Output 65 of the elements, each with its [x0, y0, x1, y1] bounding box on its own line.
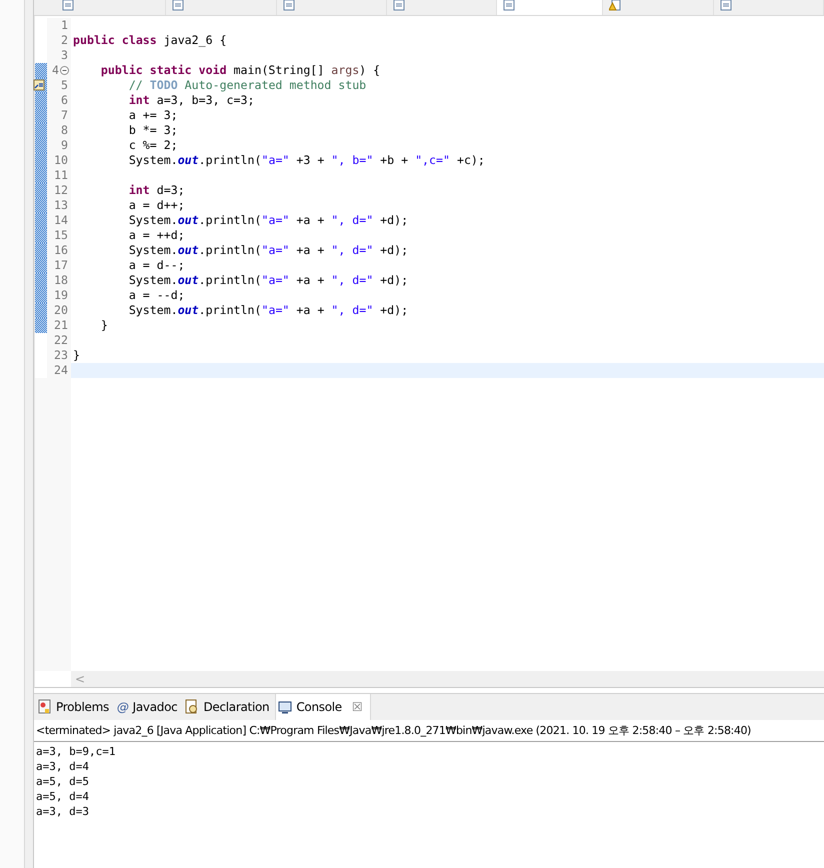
code-line: int a=3, b=3, c=3;: [128, 93, 254, 107]
code-line: c %= 2;: [128, 138, 178, 152]
code-line: a = --d;: [128, 288, 185, 302]
code-line: a = d--;: [128, 258, 185, 272]
code-line: System.out.println("a=" +3 + ", b=" +b + ",c=" +c);: [128, 153, 485, 167]
console-output-line: a=5, d=5: [36, 774, 89, 789]
line-number: 3: [61, 48, 68, 62]
line-number: 5: [61, 78, 68, 92]
line-number: 10: [54, 153, 68, 167]
line-number: 24: [54, 363, 68, 377]
code-line: int d=3;: [128, 183, 185, 197]
editor-tab[interactable]: [497, 0, 604, 15]
code-line: }: [73, 348, 80, 362]
line-number: 11: [54, 168, 68, 182]
code-line: System.out.println("a=" +a + ", d=" +d);: [128, 303, 408, 317]
java-file-icon: [720, 0, 732, 11]
java-file-icon: [172, 0, 184, 11]
line-number: 15: [54, 228, 68, 242]
view-tab[interactable]: Console ☒: [275, 694, 372, 720]
collapse-icon[interactable]: [60, 66, 69, 75]
line-number: 8: [61, 123, 68, 137]
java-file-icon: [503, 0, 516, 11]
code-line: System.out.println("a=" +a + ", d=" +d);: [128, 213, 408, 227]
line-number: 6: [61, 93, 68, 107]
line-number: 4: [52, 63, 59, 77]
line-number: 1: [61, 18, 68, 32]
line-number: 23: [54, 348, 68, 362]
line-number: 2: [61, 33, 68, 47]
line-number: 7: [61, 108, 68, 122]
line-number: 18: [54, 273, 68, 287]
code-line: }: [100, 318, 108, 332]
line-number: 21: [54, 318, 68, 332]
line-number: 14: [54, 213, 68, 227]
console-status: <terminated> java2_6 [Java Application] C:₩Program Files₩Java₩jre1.8.0_271₩bin₩javaw.exe (2021. 10. 19 오후 2:58:40 – 오후 2:58:40): [34, 720, 824, 742]
console-output-line: a=3, d=3: [36, 804, 89, 819]
view-tab[interactable]: @ Javadoc: [114, 694, 184, 720]
line-number: 16: [54, 243, 68, 257]
line-number: 9: [61, 138, 68, 152]
line-number: 17: [54, 258, 68, 272]
java-file-icon: [392, 0, 405, 11]
warning-file-icon: [609, 0, 622, 11]
line-number: 12: [54, 183, 68, 197]
code-line: a = ++d;: [128, 228, 185, 242]
code-line: public static void main(String[] args) {: [100, 63, 380, 77]
code-line: a = d++;: [128, 198, 185, 212]
line-number: 19: [54, 288, 68, 302]
java-file-icon: [282, 0, 295, 11]
line-number: 13: [54, 198, 68, 212]
console-output-line: a=3, d=4: [36, 759, 89, 774]
java-file-icon: [62, 0, 74, 11]
console-output-line: a=5, d=4: [36, 789, 89, 804]
view-tab[interactable]: Declaration: [183, 694, 276, 720]
line-number: 22: [54, 333, 68, 347]
console-icon: [278, 700, 292, 714]
code-line: b *= 3;: [128, 123, 178, 137]
console-output-line: a=3, b=9,c=1: [36, 744, 116, 759]
code-line: System.out.println("a=" +a + ", d=" +d);: [128, 243, 408, 257]
code-line: public class java2_6 {: [73, 33, 227, 47]
code-line: // TODO Auto-generated method stub: [128, 78, 366, 92]
code-line: System.out.println("a=" +a + ", d=" +d);: [128, 273, 408, 287]
problems-icon: [38, 699, 52, 715]
view-tab[interactable]: Problems: [36, 694, 115, 720]
code-line: a += 3;: [128, 108, 178, 122]
declaration-icon: [185, 699, 200, 715]
line-number: 20: [54, 303, 68, 317]
